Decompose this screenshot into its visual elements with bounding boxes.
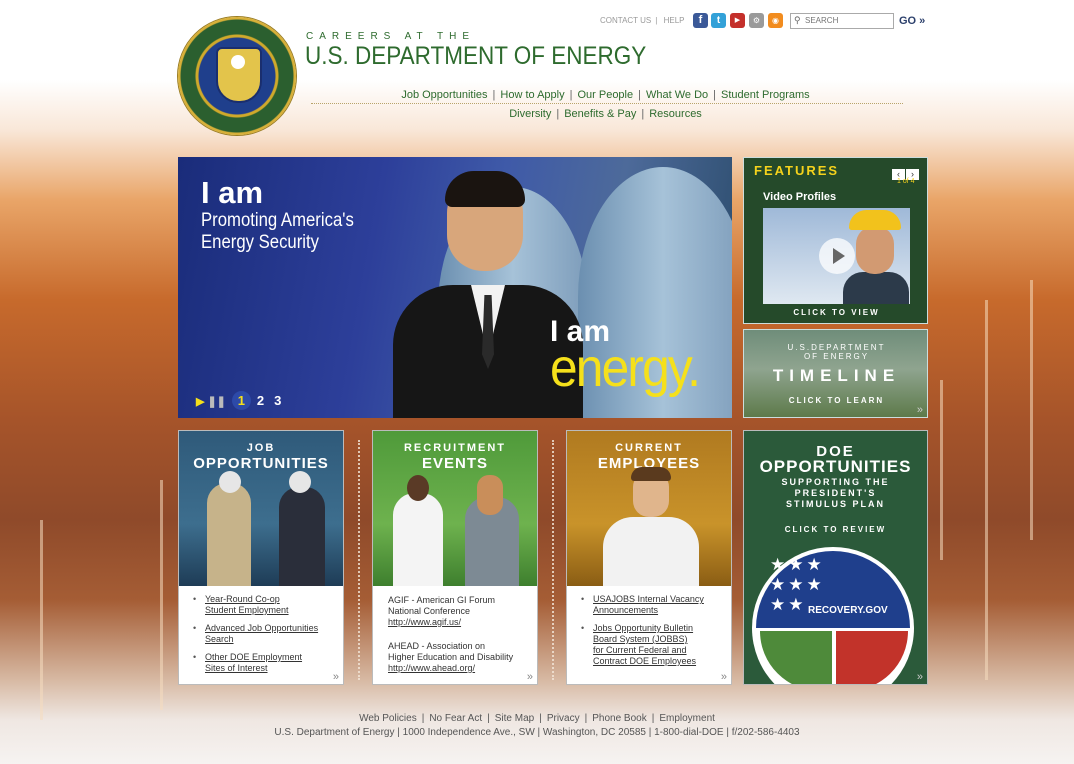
- timeline-title: TIMELINE: [772, 366, 901, 385]
- tile-heading-small: JOB: [246, 442, 276, 454]
- event-agif: AGIF - American GI Forum National Confer…: [388, 595, 496, 627]
- features-title: FEATURES: [754, 163, 840, 178]
- utility-links: CONTACT US | HELP: [600, 16, 685, 25]
- nav-diversity[interactable]: Diversity: [509, 108, 551, 120]
- tile-heading-large: OPPORTUNITIES: [193, 455, 329, 472]
- other-doe-sites-link[interactable]: Other DOE Employment Sites of Interest: [205, 652, 302, 673]
- list-item: USAJOBS Internal VacancyAnnouncements: [577, 594, 704, 616]
- youtube-icon[interactable]: ▶: [730, 13, 745, 28]
- main-nav-row-2: Diversity | Benefits & Pay | Resources: [509, 108, 702, 120]
- site-title[interactable]: U.S. DEPARTMENT OF ENERGY: [305, 42, 646, 71]
- video-thumbnail[interactable]: [763, 208, 910, 304]
- more-arrow-icon[interactable]: »: [333, 671, 339, 683]
- tile-heading-small: CURRENT: [615, 442, 683, 454]
- doe-opps-click-to-review[interactable]: CLICK TO REVIEW: [744, 525, 927, 534]
- doe-opportunities-tile[interactable]: DOE OPPORTUNITIES SUPPORTING THE PRESIDE…: [743, 430, 928, 685]
- current-employees-image[interactable]: CURRENT EMPLOYEES: [567, 431, 731, 586]
- no-fear-act-link[interactable]: No Fear Act: [429, 713, 482, 724]
- more-arrow-icon[interactable]: »: [917, 404, 923, 416]
- more-arrow-icon[interactable]: »: [527, 671, 533, 683]
- co-op-link[interactable]: Year-Round Co-op Student Employment: [205, 594, 289, 615]
- job-opportunities-image[interactable]: JOB OPPORTUNITIES: [179, 431, 343, 586]
- current-employees-tile: CURRENT EMPLOYEES USAJOBS Internal Vacan…: [566, 430, 732, 685]
- nav-job-opportunities[interactable]: Job Opportunities: [401, 89, 487, 101]
- footer-address: U.S. Department of Energy | 1000 Indepen…: [274, 727, 800, 738]
- search-input[interactable]: [805, 14, 891, 27]
- search-box: ⚲: [790, 13, 894, 29]
- nav-how-to-apply[interactable]: How to Apply: [500, 89, 564, 101]
- plant-icon: [760, 631, 832, 684]
- doe-opps-subheading: SUPPORTING THE PRESIDENT'S STIMULUS PLAN: [781, 477, 890, 509]
- contact-us-link[interactable]: CONTACT US: [600, 16, 651, 25]
- phone-book-link[interactable]: Phone Book: [592, 713, 647, 724]
- rss-icon[interactable]: ◉: [768, 13, 783, 28]
- site-map-link[interactable]: Site Map: [495, 713, 534, 724]
- list-item: Year-Round Co-opStudent Employment: [189, 594, 318, 616]
- nav-what-we-do[interactable]: What We Do: [646, 89, 708, 101]
- tile-divider: [358, 440, 360, 680]
- nav-divider: [311, 103, 903, 104]
- nav-student-programs[interactable]: Student Programs: [721, 89, 810, 101]
- play-video-icon[interactable]: [819, 238, 855, 274]
- carousel-page-1[interactable]: 1: [231, 391, 251, 410]
- play-icon[interactable]: ▶: [196, 396, 204, 408]
- job-opportunities-tile: JOB OPPORTUNITIES Year-Round Co-opStuden…: [178, 430, 344, 685]
- ahead-link[interactable]: http://www.ahead.org/: [388, 663, 475, 673]
- features-counter: 1 of 4: [897, 178, 915, 185]
- widget-icon[interactable]: ⚙: [749, 13, 764, 28]
- nav-our-people[interactable]: Our People: [577, 89, 633, 101]
- hero-energy-word: energy.: [550, 338, 701, 398]
- hero-carousel[interactable]: I am Promoting America's Energy Security…: [178, 157, 732, 418]
- features-panel[interactable]: FEATURES ‹ › 1 of 4 Video Profiles CLICK …: [743, 157, 928, 324]
- help-link[interactable]: HELP: [664, 16, 685, 25]
- doe-opps-heading-large: OPPORTUNITIES: [759, 457, 912, 476]
- timeline-banner[interactable]: U.S.DEPARTMENT OF ENERGY TIMELINE CLICK …: [743, 329, 928, 418]
- tile-heading-small: RECRUITMENT: [403, 442, 507, 454]
- nav-resources[interactable]: Resources: [649, 108, 702, 120]
- pause-icon[interactable]: ❚❚: [207, 396, 225, 408]
- agif-link[interactable]: http://www.agif.us/: [388, 617, 461, 627]
- footer-links: Web Policies | No Fear Act | Site Map | Privac…: [359, 713, 715, 724]
- list-item: Other DOE EmploymentSites of Interest: [189, 652, 318, 674]
- usajobs-link[interactable]: USAJOBS Internal Vacancy Announcements: [593, 594, 704, 615]
- hero-subtitle: Promoting America's Energy Security: [201, 210, 354, 253]
- timeline-org-label: U.S.DEPARTMENT OF ENERGY: [787, 343, 886, 361]
- twitter-icon[interactable]: t: [711, 13, 726, 28]
- advanced-search-link[interactable]: Advanced Job Opportunities Search: [205, 623, 318, 644]
- hero-iam-left: I am: [201, 175, 264, 210]
- features-subtitle: Video Profiles: [763, 191, 837, 203]
- features-click-to-view[interactable]: CLICK TO VIEW: [744, 308, 929, 317]
- web-policies-link[interactable]: Web Policies: [359, 713, 417, 724]
- list-item: Jobs Opportunity BulletinBoard System (J…: [577, 623, 704, 667]
- recruitment-events-image[interactable]: RECRUITMENT EVENTS: [373, 431, 537, 586]
- gear-icon: [836, 631, 908, 684]
- careers-label: CAREERS AT THE: [306, 31, 476, 42]
- main-nav-row-1: Job Opportunities | How to Apply | Our Peopl…: [401, 89, 810, 101]
- tile-heading-large: EVENTS: [421, 455, 488, 472]
- tile-divider: [552, 440, 554, 680]
- employment-link[interactable]: Employment: [659, 713, 715, 724]
- event-ahead: AHEAD - Association on Higher Education …: [388, 641, 514, 673]
- privacy-link[interactable]: Privacy: [547, 713, 580, 724]
- carousel-page-3[interactable]: 3: [274, 393, 281, 408]
- facebook-icon[interactable]: f: [693, 13, 708, 28]
- recovery-gov-logo[interactable]: ★★★ ★★★ ★★ RECOVERY.GOV: [752, 547, 914, 684]
- employee-links-list: USAJOBS Internal VacancyAnnouncements Jo…: [577, 594, 704, 674]
- recruitment-events-tile: RECRUITMENT EVENTS AGIF - American GI Fo…: [372, 430, 538, 685]
- more-arrow-icon[interactable]: »: [917, 671, 923, 683]
- jobbs-link[interactable]: Jobs Opportunity Bulletin Board System (J…: [593, 623, 696, 666]
- timeline-click-to-learn[interactable]: CLICK TO LEARN: [744, 396, 929, 405]
- nav-benefits-pay[interactable]: Benefits & Pay: [564, 108, 636, 120]
- go-button[interactable]: GO »: [899, 15, 925, 27]
- more-arrow-icon[interactable]: »: [721, 671, 727, 683]
- carousel-pager: ▶ ❚❚ 1 2 3: [196, 391, 291, 410]
- search-icon: ⚲: [794, 15, 801, 25]
- carousel-page-2[interactable]: 2: [257, 393, 264, 408]
- job-links-list: Year-Round Co-opStudent Employment Advan…: [189, 594, 318, 681]
- recovery-gov-label: RECOVERY.GOV: [808, 605, 888, 616]
- list-item: Advanced Job OpportunitiesSearch: [189, 623, 318, 645]
